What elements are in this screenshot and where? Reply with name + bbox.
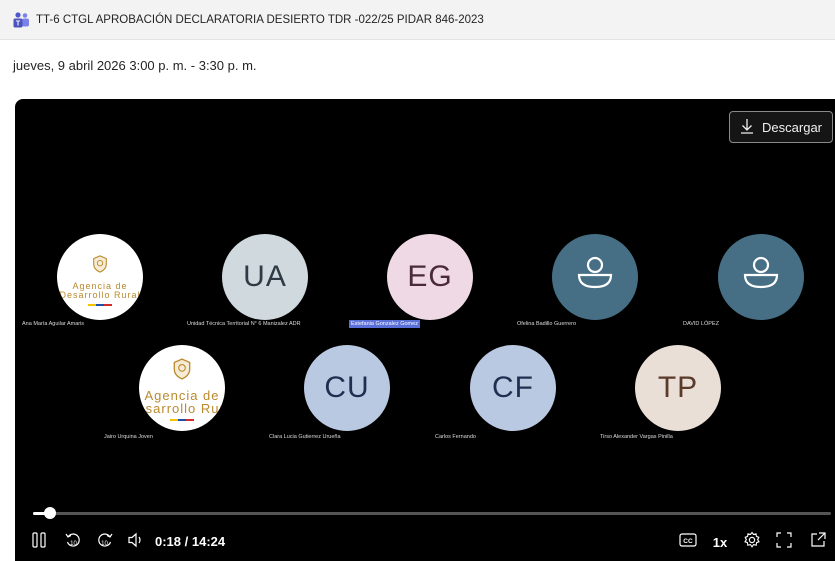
volume-icon [127, 532, 145, 553]
participant-avatar: TP [635, 345, 721, 431]
forward-10-button[interactable]: 10 [93, 527, 117, 557]
svg-text:10: 10 [70, 541, 77, 547]
agency-logo: Agencia deDesarrollo Rural [59, 248, 141, 306]
fullscreen-icon [776, 531, 792, 553]
participant-initials: UA [243, 260, 287, 293]
participant-initials: TP [657, 371, 699, 404]
flag-stripe [88, 303, 112, 306]
participant-name: Clara Lucia Gutierrez Urueña [269, 434, 341, 440]
agency-logo-line1: Agencia de [144, 387, 220, 403]
download-button[interactable]: Descargar [729, 111, 833, 143]
participant-initials: CU [324, 371, 370, 404]
svg-text:CC: CC [683, 538, 693, 545]
coat-of-arms-icon [91, 248, 109, 280]
pause-button[interactable] [27, 527, 51, 557]
participant-name: Estefania Gonzalez Gomez [349, 320, 420, 328]
meeting-datetime: jueves, 9 abril 2026 3:00 p. m. - 3:30 p… [13, 58, 257, 73]
participant-name: Ana María Aguilar Amaris [22, 321, 85, 327]
volume-button[interactable] [125, 527, 147, 557]
person-icon [740, 256, 782, 298]
player-controls: 10 10 0:18 / 14:24 CC 1x [15, 527, 835, 557]
agency-logo-line2: Desarrollo Rural [139, 401, 225, 417]
participant-avatar: CU [304, 345, 390, 431]
participant-avatar: UA [222, 234, 308, 320]
participant-initials: EG [407, 260, 453, 293]
flag-stripe [170, 418, 194, 421]
rewind-10-icon: 10 [64, 531, 82, 554]
participant-avatar: Agencia deDesarrollo Rural [57, 234, 143, 320]
participant-avatar: CF [470, 345, 556, 431]
svg-text:10: 10 [101, 541, 108, 547]
participant-name: Unidad Técnica Territorial N° 6 Manizale… [187, 321, 301, 327]
settings-button[interactable] [741, 527, 763, 557]
participant-avatar [718, 234, 804, 320]
gear-icon [743, 531, 761, 554]
agency-logo-line2: Desarrollo Rural [59, 290, 141, 301]
teams-meeting-icon: T [12, 10, 32, 30]
playback-speed-button[interactable]: 1x [709, 527, 731, 557]
playback-time: 0:18 / 14:24 [155, 534, 226, 549]
meeting-title: TT-6 CTGL APROBACIÓN DECLARATORIA DESIER… [36, 13, 484, 26]
participant-initials: CF [492, 371, 534, 404]
svg-text:T: T [16, 20, 21, 27]
rewind-10-button[interactable]: 10 [61, 527, 85, 557]
person-icon [574, 256, 616, 298]
pop-out-icon [810, 531, 826, 553]
participant-name: Carlos Fernando [435, 434, 476, 440]
captions-button[interactable]: CC [676, 527, 700, 557]
participant-name: Ofelina Badillo Guerrero [517, 321, 577, 327]
participant-name: DAVID LÓPEZ [683, 321, 719, 327]
progress-bar[interactable] [33, 507, 831, 519]
fullscreen-button[interactable] [773, 527, 795, 557]
progress-thumb[interactable] [43, 507, 56, 519]
agency-logo: Agencia deDesarrollo Rural [139, 355, 225, 421]
title-bar: T TT-6 CTGL APROBACIÓN DECLARATORIA DESI… [0, 0, 835, 40]
download-label: Descargar [762, 119, 822, 135]
captions-icon: CC [679, 532, 697, 552]
forward-10-icon: 10 [96, 531, 114, 554]
participant-name: Tirso Alexander Vargas Pinilla [600, 434, 673, 440]
pause-icon [32, 531, 46, 553]
video-player[interactable]: Descargar Agencia de Desarrollo Rural Ana … [15, 99, 835, 561]
coat-of-arms-icon [171, 355, 193, 387]
participant-avatar [552, 234, 638, 320]
participant-name: Jairo Urquina Joven [104, 434, 153, 440]
participant-avatar: Agencia deDesarrollo Rural [139, 345, 225, 431]
pop-out-button[interactable] [807, 527, 829, 557]
download-icon [740, 118, 754, 137]
participant-avatar: EG [387, 234, 473, 320]
